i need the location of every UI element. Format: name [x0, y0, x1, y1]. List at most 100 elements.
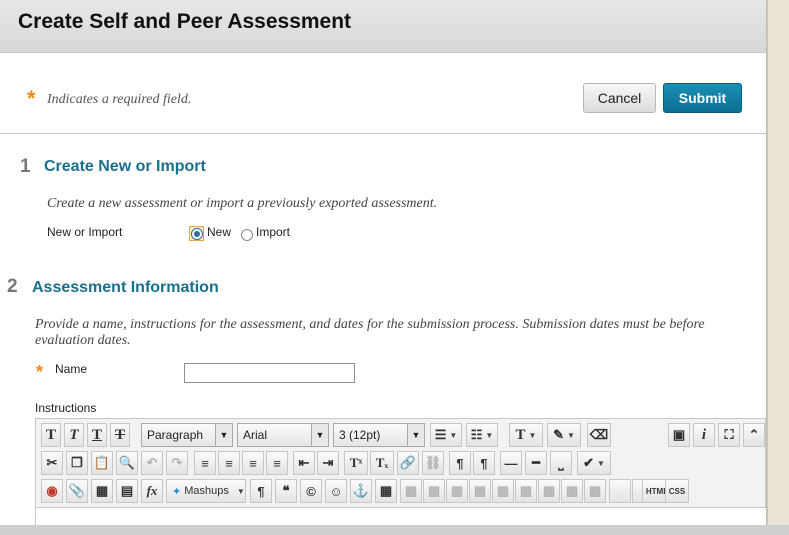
instructions-label: Instructions — [35, 401, 97, 415]
align-center-button[interactable]: ≡ — [218, 451, 240, 475]
table-op-2-button[interactable]: ▦ — [423, 479, 445, 503]
underline-button[interactable]: T — [87, 423, 107, 447]
redo-button[interactable]: ↷ — [166, 451, 188, 475]
copy-button[interactable]: ❐ — [66, 451, 88, 475]
record-button[interactable]: ◉ — [41, 479, 63, 503]
clipboard-icon: 📋 — [93, 455, 111, 470]
size-select-value: 3 (12pt) — [339, 428, 381, 442]
table-op-8-button[interactable]: ▦ — [561, 479, 583, 503]
page-header: Create Self and Peer Assessment — [0, 0, 766, 53]
bullet-list-icon: ☰ — [434, 427, 447, 442]
paragraph-marks-button[interactable]: ¶ — [250, 479, 272, 503]
anchor-button[interactable]: ⚓ — [350, 479, 372, 503]
table-op-7-button[interactable]: ▦ — [538, 479, 560, 503]
numbered-list-button[interactable]: ☷ ▼ — [466, 423, 498, 447]
insert-media-button[interactable]: ▤ — [116, 479, 138, 503]
css-mode-button[interactable]: CSS — [665, 479, 689, 503]
required-star-icon: * — [27, 86, 36, 111]
section2-instructions: Provide a name, instructions for the ass… — [35, 317, 705, 348]
table-op-3-button[interactable]: ▦ — [446, 479, 468, 503]
table-icon: ▦ — [450, 483, 464, 498]
font-select-value: Arial — [243, 428, 268, 442]
highlight-color-button[interactable]: ✎ ▼ — [547, 423, 581, 447]
align-left-button[interactable]: ≡ — [194, 451, 216, 475]
rtl-paragraph-icon: ¶ — [480, 455, 488, 471]
ltr-paragraph-icon: ¶ — [456, 455, 464, 471]
table-icon: ▦ — [473, 483, 487, 498]
superscript-button[interactable]: Tˣ — [344, 451, 368, 475]
table-op-4-button[interactable]: ▦ — [469, 479, 491, 503]
cancel-button[interactable]: Cancel — [583, 83, 656, 113]
find-button[interactable]: 🔍 — [116, 451, 138, 475]
subscript-button[interactable]: Tₓ — [370, 451, 394, 475]
highlighter-icon: ✎ — [553, 427, 564, 442]
table-op-1-button[interactable]: ▦ — [400, 479, 422, 503]
unlink-button[interactable]: ⛓ — [422, 451, 444, 475]
caret-down-icon: ▼ — [566, 430, 575, 440]
table-icon: ▦ — [588, 483, 602, 498]
copyright-icon: © — [306, 483, 316, 499]
radio-new-label: New — [207, 225, 232, 239]
name-input[interactable] — [184, 363, 355, 383]
font-select[interactable]: Arial ▼ — [237, 423, 329, 447]
instructions-editor: T T T T Paragraph ▼ Arial ▼ 3 (12pt) ▼ ☰… — [35, 418, 766, 525]
cut-button[interactable]: ✂ — [41, 451, 63, 475]
bold-button[interactable]: T — [41, 423, 61, 447]
strikethrough-button[interactable]: T — [110, 423, 130, 447]
submit-button[interactable]: Submit — [663, 83, 742, 113]
required-field-note: Indicates a required field. — [47, 92, 192, 107]
cell-merge-button[interactable] — [609, 479, 631, 503]
nonbreaking-space-button[interactable]: ⎵ — [550, 451, 572, 475]
radio-import[interactable] — [241, 229, 253, 241]
spellcheck-button[interactable]: ✔ ▼ — [577, 451, 611, 475]
indent-button[interactable]: ⇥ — [317, 451, 339, 475]
undo-button[interactable]: ↶ — [141, 451, 163, 475]
preview-button[interactable]: ▣ — [668, 423, 690, 447]
info-button[interactable]: i — [693, 423, 715, 447]
radio-new[interactable] — [191, 228, 203, 240]
insert-link-button[interactable]: 🔗 — [397, 451, 419, 475]
ltr-button[interactable]: ¶ — [449, 451, 471, 475]
table-icon: ▦ — [427, 483, 441, 498]
thick-rule-button[interactable]: ━ — [525, 451, 547, 475]
paste-button[interactable]: 📋 — [91, 451, 113, 475]
thick-rule-icon: ━ — [532, 455, 540, 470]
italic-button[interactable]: T — [64, 423, 84, 447]
justify-icon: ≡ — [273, 455, 281, 471]
fullscreen-button[interactable]: ⛶ — [718, 423, 740, 447]
insert-image-button[interactable]: ▦ — [91, 479, 113, 503]
table-icon: ▦ — [404, 483, 418, 498]
collapse-toolbar-button[interactable]: ⌃ — [743, 423, 765, 447]
table-op-5-button[interactable]: ▦ — [492, 479, 514, 503]
horizontal-rule-button[interactable]: — — [500, 451, 522, 475]
format-select[interactable]: Paragraph ▼ — [141, 423, 233, 447]
bullet-list-button[interactable]: ☰ ▼ — [430, 423, 462, 447]
size-select[interactable]: 3 (12pt) ▼ — [333, 423, 425, 447]
text-color-button[interactable]: T ▼ — [509, 423, 543, 447]
outdent-button[interactable]: ⇤ — [293, 451, 315, 475]
table-op-6-button[interactable]: ▦ — [515, 479, 537, 503]
editor-text-area[interactable] — [36, 507, 766, 525]
mashups-icon: ✦ — [172, 485, 182, 498]
blockquote-button[interactable]: ❝ — [275, 479, 297, 503]
redo-icon: ↷ — [171, 455, 183, 470]
mashups-button[interactable]: ✦ Mashups ▼ — [166, 479, 246, 503]
math-formula-button[interactable]: fx — [141, 479, 163, 503]
align-right-button[interactable]: ≡ — [242, 451, 264, 475]
page: Create Self and Peer Assessment * Indica… — [0, 0, 767, 525]
special-character-button[interactable]: © — [300, 479, 322, 503]
justify-button[interactable]: ≡ — [266, 451, 288, 475]
chevron-up-icon: ⌃ — [748, 427, 760, 442]
required-name-star-icon: * — [36, 362, 44, 382]
step-number-2: 2 — [7, 276, 18, 297]
chevron-down-icon: ▼ — [311, 424, 328, 446]
table-op-9-button[interactable]: ▦ — [584, 479, 606, 503]
insert-table-button[interactable]: ▦ — [375, 479, 397, 503]
page-side-strip — [767, 0, 789, 535]
attach-file-button[interactable]: 📎 — [66, 479, 88, 503]
table-icon: ▦ — [379, 483, 393, 498]
clear-formatting-button[interactable]: ⌫ — [587, 423, 611, 447]
emoticon-button[interactable]: ☺ — [325, 479, 347, 503]
radio-import-label: Import — [256, 225, 291, 239]
rtl-button[interactable]: ¶ — [473, 451, 495, 475]
